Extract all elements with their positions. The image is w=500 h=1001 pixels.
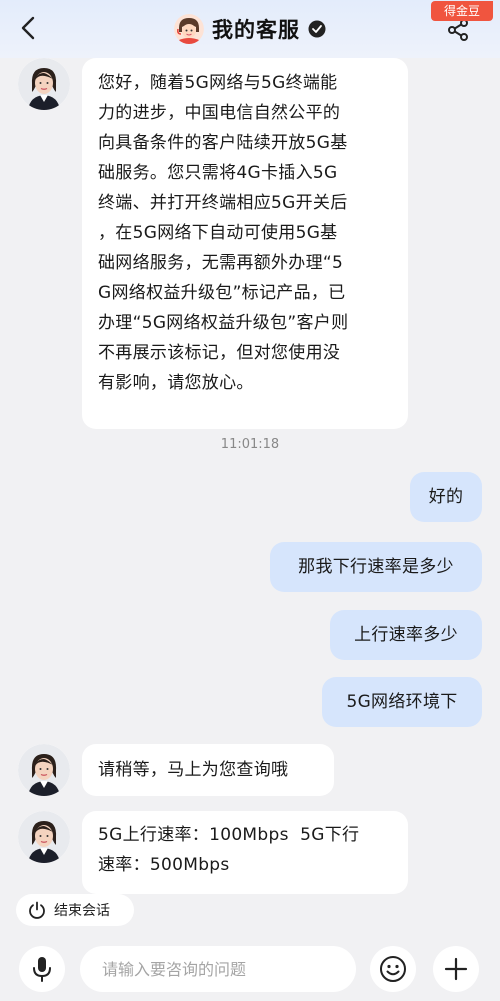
back-arrow-icon xyxy=(21,16,35,40)
message-line: 力的进步，中国电信自然公平的 xyxy=(98,103,341,123)
header-title-group: 我的客服 xyxy=(174,12,326,46)
message-timestamp: 11:01:18 xyxy=(220,437,280,452)
emoji-button[interactable] xyxy=(370,946,416,992)
emoji-icon xyxy=(380,956,406,982)
more-options-button[interactable] xyxy=(433,946,479,992)
microphone-icon xyxy=(33,957,51,982)
back-button[interactable] xyxy=(14,14,42,42)
message-line: 办理“5G网络权益升级包”客户则 xyxy=(98,313,349,333)
agent-message-bubble: 您好，随着5G网络与5G终端能 力的进步，中国电信自然公平的 向具备条件的客户陆… xyxy=(82,58,408,429)
voice-input-button[interactable] xyxy=(19,946,65,992)
user-message-bubble: 上行速率多少 xyxy=(330,610,482,660)
agent-message-bubble: 5G上行速率：100Mbps 5G下行 速率：500Mbps xyxy=(82,811,408,894)
coin-badge[interactable]: 得金豆 xyxy=(431,1,493,21)
message-line: 有影响，请您放心。 xyxy=(98,373,254,393)
message-line: 础网络服务，无需再额外办理“5 xyxy=(98,253,344,273)
service-avatar-icon xyxy=(174,14,204,44)
agent-avatar xyxy=(18,58,70,110)
plus-icon xyxy=(444,957,468,981)
message-line: 速率：500Mbps xyxy=(98,855,230,875)
message-line: 础服务。您只需将4G卡插入5G xyxy=(98,163,338,183)
message-line: 向具备条件的客户陆续开放5G基 xyxy=(98,133,348,153)
share-icon xyxy=(448,19,468,41)
user-message-bubble: 5G网络环境下 xyxy=(322,677,482,727)
verified-check-icon xyxy=(308,20,326,38)
power-icon xyxy=(29,901,45,919)
end-session-button[interactable]: 结束会话 xyxy=(16,894,134,926)
message-line: G网络权益升级包”标记产品，已 xyxy=(98,283,346,303)
agent-message-bubble: 请稍等，马上为您查询哦 xyxy=(82,744,334,796)
message-line: 您好，随着5G网络与5G终端能 xyxy=(98,73,338,93)
agent-avatar xyxy=(18,744,70,796)
end-session-label: 结束会话 xyxy=(54,903,110,919)
message-line: ，在5G网络下自动可使用5G基 xyxy=(98,223,338,243)
question-input[interactable] xyxy=(80,946,356,992)
agent-avatar xyxy=(18,811,70,863)
user-message-bubble: 那我下行速率是多少 xyxy=(270,542,482,592)
page-title: 我的客服 xyxy=(212,18,300,42)
user-message-bubble: 好的 xyxy=(410,472,482,522)
message-line: 5G上行速率：100Mbps 5G下行 xyxy=(98,825,360,845)
message-line: 终端、并打开终端相应5G开关后 xyxy=(98,193,348,213)
message-line: 不再展示该标记，但对您使用没 xyxy=(98,343,341,363)
header-bar: 我的客服 得金豆 xyxy=(0,0,500,58)
